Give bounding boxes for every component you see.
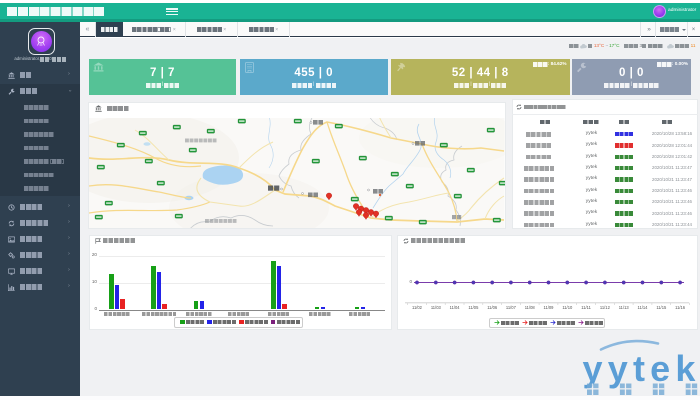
svg-text:yytek: yytek [583,348,700,389]
